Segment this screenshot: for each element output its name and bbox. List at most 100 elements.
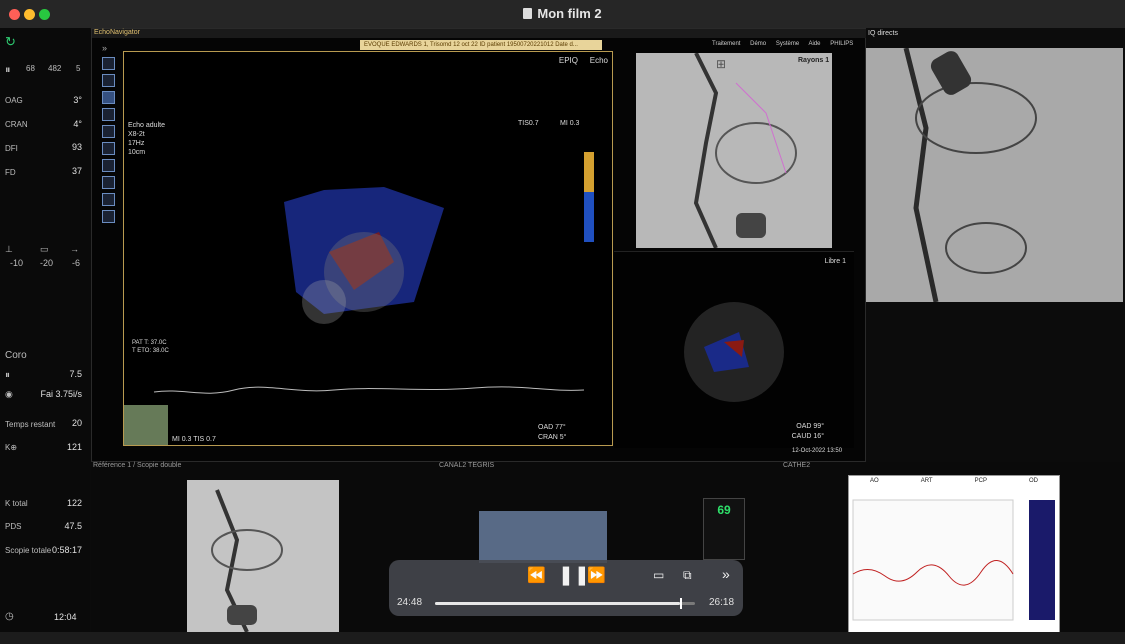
xray-view-2[interactable] xyxy=(866,47,1123,303)
table-val-1: -10 xyxy=(10,258,24,268)
note-icon[interactable] xyxy=(102,210,115,223)
oad-label: OAD 77° xyxy=(538,424,566,431)
xray-view-1[interactable] xyxy=(636,52,832,249)
airplay-icon[interactable]: ▭ xyxy=(653,568,664,582)
hemo-columns: AO ART PCP OD xyxy=(849,476,1059,484)
layout-1-icon[interactable] xyxy=(102,57,115,70)
xray-image-3 xyxy=(211,489,283,633)
coro-title: Coro xyxy=(5,350,27,361)
layout-4-icon[interactable] xyxy=(102,108,115,121)
pause-button[interactable]: ❚❚ xyxy=(558,564,590,587)
scopie-label: Scopie totale xyxy=(5,546,52,555)
pds-value: 47.5 xyxy=(64,521,82,531)
mi-tis-label: MI 0.3 TIS 0.7 xyxy=(172,436,216,443)
rewind-button[interactable]: ⏪ xyxy=(527,566,546,584)
table-icon: ▭ xyxy=(40,244,49,254)
rayons-label: Rayons 1 xyxy=(798,57,830,64)
xray-view-3[interactable] xyxy=(187,480,339,633)
window-title: Mon film 2 xyxy=(0,6,1125,21)
libre-label: Libre 1 xyxy=(824,258,846,265)
menu-aide[interactable]: Aide xyxy=(809,41,821,47)
hand-icon[interactable] xyxy=(102,176,115,189)
coro-value: 7.5 xyxy=(69,369,82,379)
temps-label: Temps restant xyxy=(5,420,56,429)
echonavigator-window: EchoNavigator EVOQUE EDWARDS 1, Trisomd … xyxy=(91,28,867,462)
cran-label: CRAN 5° xyxy=(538,434,567,441)
fd-label: FD xyxy=(5,168,16,177)
dfi-value: 93 xyxy=(71,142,82,152)
table-icon: → xyxy=(70,244,79,254)
reference-header: Référence 1 / Scopie double xyxy=(93,462,182,469)
k-value: 121 xyxy=(66,442,82,452)
monitor-value: 69 xyxy=(717,503,731,517)
eye-icon: ◉ xyxy=(5,389,13,399)
echo-image xyxy=(153,152,594,394)
left-status-panel: ↻ ⏸ 68 482 5 OAG 3° CRAN 4° DFI 93 FD 37… xyxy=(0,28,90,632)
fast-forward-button[interactable]: ⏩ xyxy=(587,566,606,584)
brand-logo: PHILIPS xyxy=(830,41,854,47)
libre-view[interactable]: Libre 1 OAD 99° CAUD 16° xyxy=(614,251,854,448)
crop-icon[interactable] xyxy=(102,142,115,155)
patient-info-bar: EVOQUE EDWARDS 1, Trisomd 12 oct 22 ID p… xyxy=(360,40,602,50)
stat-c: 5 xyxy=(76,64,81,73)
menu-traitement[interactable]: Traitement xyxy=(712,41,740,47)
fai-value: Fai 3.75i/s xyxy=(40,389,82,399)
progress-handle[interactable] xyxy=(680,598,683,609)
more-icon[interactable]: » xyxy=(722,566,730,582)
ellipse-icon[interactable] xyxy=(102,159,115,172)
probe-thumbnail[interactable] xyxy=(124,405,168,445)
clock-time: 12:04 xyxy=(54,612,77,622)
iq-directs-header: IQ directs xyxy=(868,30,898,37)
play-pause-icon: ⏸ xyxy=(5,370,10,381)
cran-label: CRAN xyxy=(5,120,28,129)
xray-image-1 xyxy=(693,52,797,249)
progress-fill xyxy=(435,602,681,605)
temps-value: 20 xyxy=(71,418,82,428)
menu-demo[interactable]: Démo xyxy=(750,41,766,47)
menu-systeme[interactable]: Système xyxy=(776,41,799,47)
total-time: 26:18 xyxy=(709,597,735,608)
video-player-controls: ⏪ ❚❚ ⏩ ▭ ⧉ » 24:48 26:18 xyxy=(389,560,743,616)
current-time: 24:48 xyxy=(397,597,423,608)
xray-image-2 xyxy=(903,47,1037,303)
cathe-header: CATHE2 xyxy=(783,462,811,469)
picture-in-picture-icon[interactable]: ⧉ xyxy=(683,568,692,583)
oag-label: OAG xyxy=(5,96,23,105)
refresh-icon: ↻ xyxy=(5,34,16,49)
camera-feed[interactable] xyxy=(479,511,607,563)
clock-icon: ◷ xyxy=(5,611,14,622)
title-bar: Mon film 2 xyxy=(0,0,1125,29)
echonavigator-header: EchoNavigator xyxy=(92,29,867,38)
play-pause-icon: ⏸ xyxy=(5,64,11,76)
hemo-waveform xyxy=(852,499,1055,621)
fd-value: 37 xyxy=(71,166,82,176)
cran-value: 4° xyxy=(73,119,82,129)
grid-icon[interactable] xyxy=(102,125,115,138)
pds-label: PDS xyxy=(5,522,22,531)
k-total-label: K total xyxy=(5,499,28,508)
dfi-label: DFI xyxy=(5,144,18,153)
document-icon xyxy=(523,8,533,19)
echo-view[interactable]: EPIQ Echo TIS0.7 MI 0.3 Echo adulte X8-2… xyxy=(123,51,613,446)
table-val-2: -20 xyxy=(40,258,54,268)
oad2-label: OAD 99° xyxy=(796,423,824,430)
hemodynamics-screen[interactable]: AO ART PCP OD xyxy=(848,475,1060,634)
status-bar xyxy=(0,632,1125,644)
layout-2-icon[interactable] xyxy=(102,74,115,87)
layout-3-icon[interactable] xyxy=(102,91,115,104)
menu-bar: Traitement Démo Système Aide PHILIPS xyxy=(712,41,861,47)
stat-a: 68 xyxy=(26,64,35,73)
libre-image xyxy=(684,302,784,402)
date-label: 12-Oct-2022 13:50 xyxy=(792,448,843,454)
canal-header: CANAL2 TEGRIS xyxy=(439,462,495,469)
stat-b: 482 xyxy=(48,64,62,73)
progress-track[interactable] xyxy=(435,598,695,609)
vital-monitor: 69 xyxy=(703,498,745,560)
echo-toolbar: » xyxy=(102,43,120,227)
k-total-value: 122 xyxy=(66,498,82,508)
expand-icon[interactable]: » xyxy=(102,43,120,53)
caud-label: CAUD 16° xyxy=(791,433,824,440)
grid-toggle-icon[interactable]: ⊞ xyxy=(716,57,726,71)
marker-icon[interactable] xyxy=(102,193,115,206)
oag-value: 3° xyxy=(73,95,82,105)
